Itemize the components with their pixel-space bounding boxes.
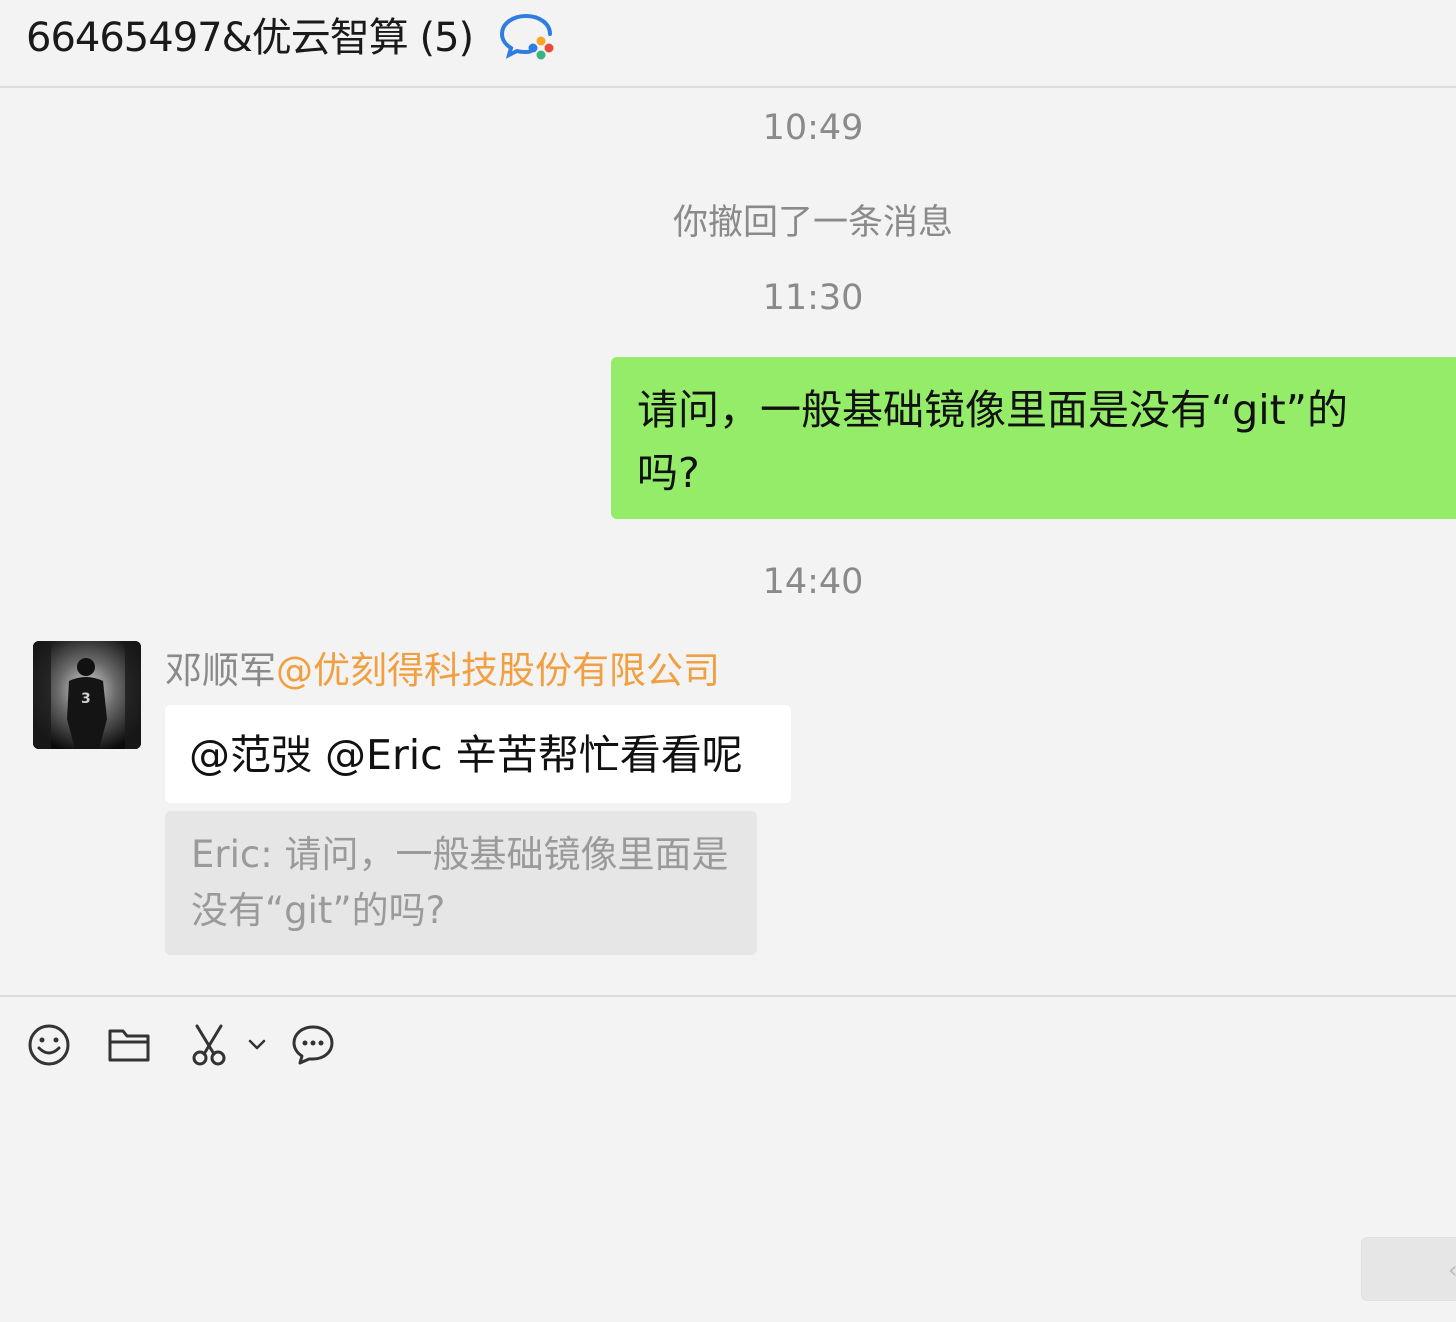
message-timestamp: 10:49 — [762, 108, 864, 148]
self-message-bubble[interactable]: 请问，一般基础镜像里面是没有“git”的 吗? — [611, 357, 1456, 519]
avatar[interactable]: 3 — [33, 641, 141, 749]
message-text: 请问，一般基础镜像里面是没有“git”的 — [637, 386, 1348, 434]
send-button[interactable]: ‹ — [1361, 1237, 1456, 1301]
chevron-down-icon[interactable] — [245, 1022, 269, 1068]
wecom-chat-icon[interactable] — [498, 10, 560, 62]
message-timestamp: 11:30 — [762, 278, 864, 318]
emoji-icon[interactable] — [26, 1022, 72, 1068]
chat-header: 66465497&优云智算 (5) — [0, 0, 1456, 88]
divider — [0, 995, 1456, 997]
message-text: 吗? — [637, 449, 700, 497]
sender-org[interactable]: @优刻得科技股份有限公司 — [276, 649, 720, 692]
sender-name[interactable]: 邓顺军 — [165, 649, 276, 692]
folder-icon[interactable] — [106, 1022, 152, 1068]
message-input[interactable] — [0, 1090, 1456, 1230]
other-message-bubble[interactable]: @范弢 @Eric 辛苦帮忙看看呢 — [165, 705, 791, 803]
chat-bubble-icon[interactable] — [290, 1022, 336, 1068]
recall-notice: 你撤回了一条消息 — [672, 203, 953, 243]
svg-text:3: 3 — [81, 691, 91, 707]
quote-text: Eric: 请问，一般基础镜像里面是 — [191, 833, 729, 876]
chat-title[interactable]: 66465497&优云智算 (5) — [26, 10, 474, 66]
avatar-image: 3 — [33, 641, 141, 749]
scissors-icon[interactable] — [186, 1022, 232, 1068]
quoted-message[interactable]: Eric: 请问，一般基础镜像里面是 没有“git”的吗? — [165, 811, 757, 955]
message-timestamp: 14:40 — [762, 562, 864, 602]
quote-text: 没有“git”的吗? — [191, 889, 446, 932]
sender-info: 邓顺军@优刻得科技股份有限公司 — [165, 645, 720, 697]
